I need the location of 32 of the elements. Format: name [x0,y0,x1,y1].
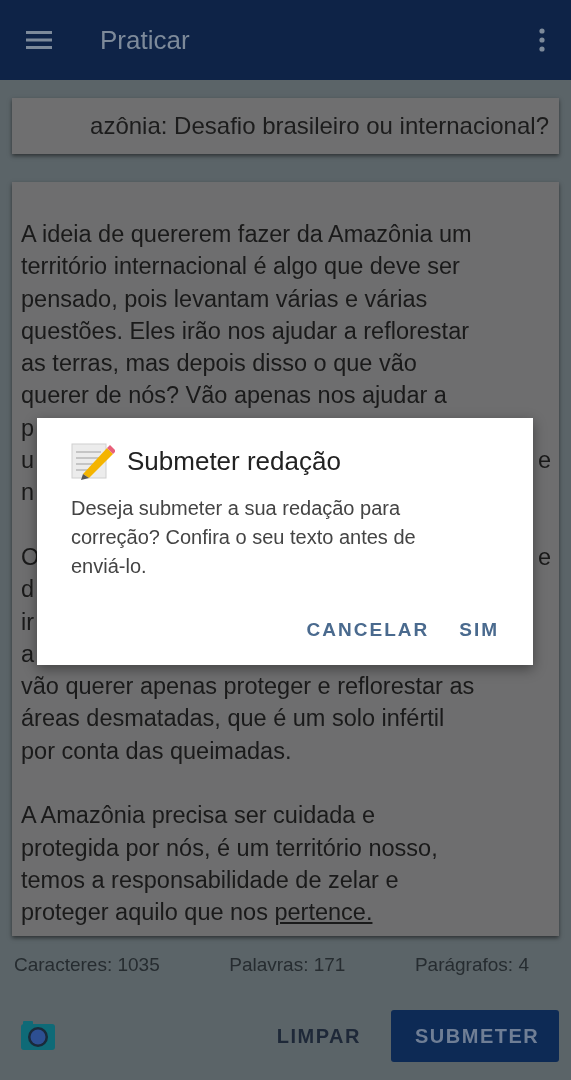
essay-text-line: d [21,575,35,605]
text-stat: Palavras: 171 [229,954,346,976]
essay-text-line: áreas desmatadas, que é um solo infértil [21,704,445,734]
screen-title: Praticar [100,24,191,56]
essay-text-line: por conta das queimadas. [21,736,292,766]
essay-text-line: p [21,413,35,443]
essay-text-line: A ideia de quererem fazer da Amazônia um [21,220,472,249]
essay-text-line: questões. Eles irão nos ajudar a reflorestar [21,316,470,346]
essay-text-line: vão querer apenas proteger e reflorestar as [21,672,475,702]
text-stat: Caracteres: 1035 [14,954,160,976]
essay-text-line: território internacional é algo que deve ser [21,252,460,282]
submit-button[interactable]: SUBMETER [391,1010,559,1062]
essay-text-line: e [537,542,551,572]
dialog-title: Submeter redação [127,445,341,477]
essay-text-line: a [21,639,35,669]
dialog-message: Deseja submeter a sua redação para correção? Confira o seu texto antes de enviá-lo. [71,496,417,579]
clear-button[interactable]: LIMPAR [246,1014,391,1058]
essay-text-line: A Amazônia precisa ser cuidada e [21,801,375,831]
essay-text-line: proteger aquilo que nos pertence. [21,898,373,928]
essay-text-line: as terras, mas depois disso o que vão [21,349,417,379]
text-stat: Parágrafos: 4 [414,954,529,976]
essay-text-line: temos a responsabilidade de zelar e [21,865,399,895]
essay-text-line: ir [21,607,35,637]
cancel-button[interactable]: CANCELAR [294,611,442,649]
essay-text-line: u [21,446,35,476]
essay-text-line: n [21,478,35,508]
essay-text-line: protegida por nós, é um território nosso, [21,833,438,863]
confirm-button[interactable]: SIM [447,611,511,649]
essay-title-field[interactable]: azônia: Desafio brasileiro ou internacional? [12,98,559,154]
essay-text-line: querer de nós? Vão apenas nos ajudar a [21,381,447,411]
essay-text-line: pensado, pois levantam várias e várias [21,284,428,314]
essay-text-line: e [537,446,551,476]
